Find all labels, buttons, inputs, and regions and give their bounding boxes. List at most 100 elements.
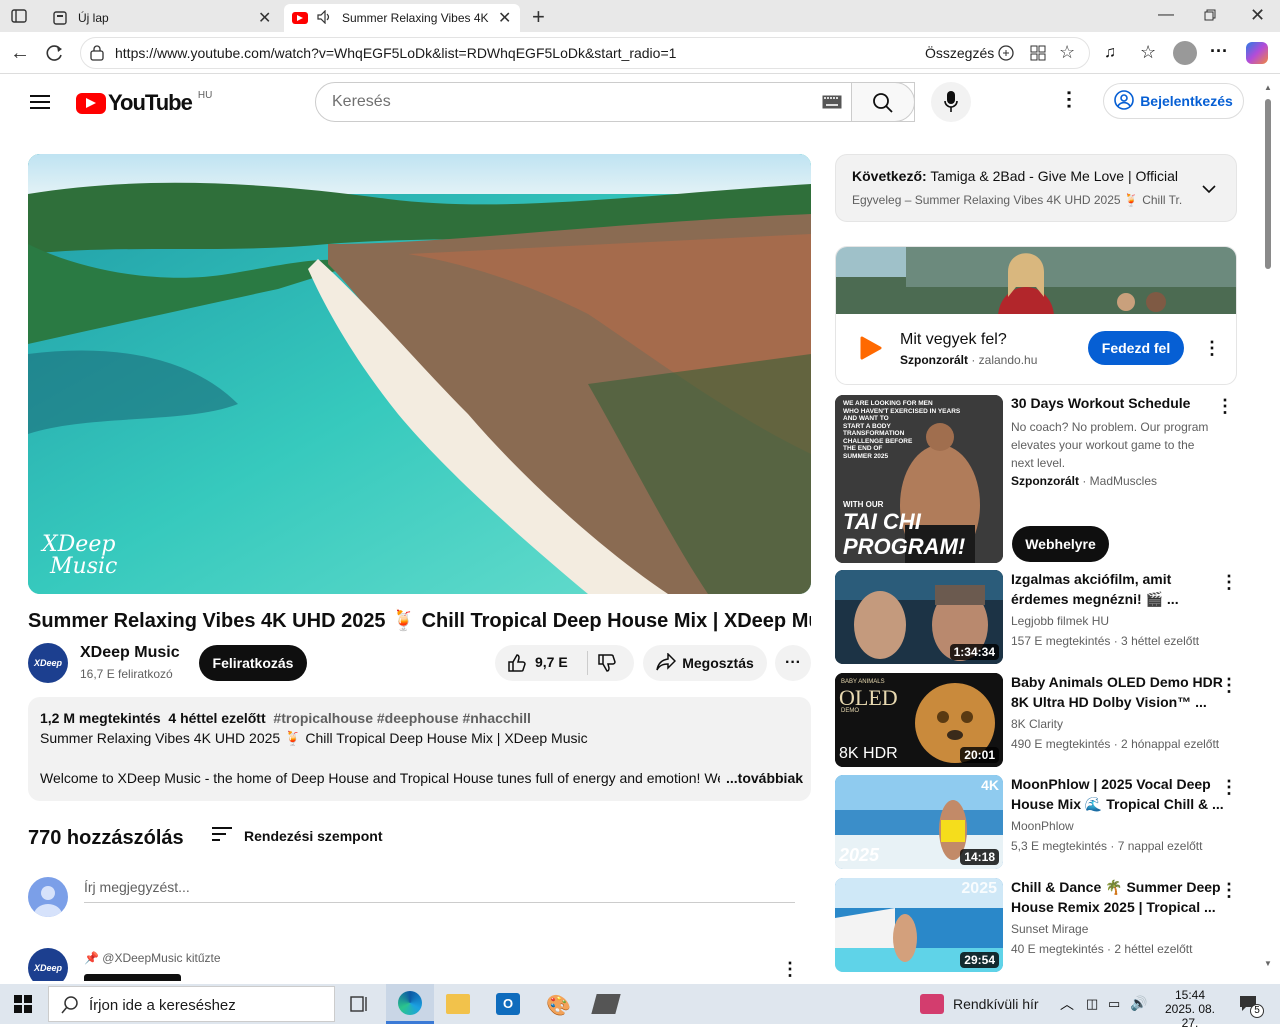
refresh-icon[interactable] — [46, 44, 64, 67]
outlook-icon[interactable]: O — [496, 993, 520, 1015]
clock-date: 2025. 08. 27. — [1164, 1002, 1216, 1030]
related-menu-icon[interactable]: ⋮ — [1217, 775, 1241, 799]
related-thumbnail[interactable]: 1:34:34 — [835, 570, 1003, 664]
scroll-up-icon[interactable]: ▲ — [1264, 83, 1272, 92]
related-thumbnail[interactable]: BABY ANIMALS OLED DEMO 8K HDR 20:01 — [835, 673, 1003, 767]
description-box[interactable]: 1,2 M megtekintés 4 héttel ezelőtt #trop… — [28, 697, 811, 801]
sort-button[interactable]: Rendezési szempont — [212, 827, 382, 844]
related-thumbnail[interactable]: 2025 29:54 — [835, 878, 1003, 972]
comment-author-chip[interactable] — [84, 974, 181, 981]
tab-new-tab[interactable]: Új lap ✕ — [42, 4, 282, 32]
related-channel[interactable]: 8K Clarity — [1011, 715, 1063, 733]
back-icon[interactable]: ← — [10, 42, 30, 65]
scroll-down-icon[interactable]: ▼ — [1264, 959, 1272, 968]
app-icon[interactable] — [591, 994, 621, 1014]
related-meta: 5,3 E megtekintés · 7 nappal ezelőtt — [1011, 839, 1203, 853]
subscribe-button[interactable]: Feliratkozás — [199, 645, 307, 681]
minimize-icon[interactable]: — — [1158, 6, 1174, 24]
restore-icon[interactable] — [1204, 8, 1216, 26]
related-channel[interactable]: Sunset Mirage — [1011, 920, 1088, 938]
show-more-link[interactable]: ...továbbiak — [726, 770, 803, 786]
hashtags[interactable]: #tropicalhouse #deephouse #nhacchill — [273, 710, 531, 726]
copilot-icon[interactable] — [1246, 42, 1268, 64]
ad-website-button[interactable]: Webhelyre — [1012, 526, 1109, 562]
ad-card[interactable]: Mit vegyek fel? Szponzorált · zalando.hu… — [835, 246, 1237, 385]
taskbar-search-box[interactable]: Írjon ide a kereséshez — [48, 986, 335, 1022]
related-channel[interactable]: Legjobb filmek HU — [1011, 612, 1109, 630]
more-menu-icon[interactable]: ··· — [1210, 41, 1228, 62]
network-icon[interactable]: ▭ — [1108, 996, 1120, 1012]
chevron-down-icon[interactable] — [1202, 181, 1216, 199]
keyboard-icon[interactable] — [822, 95, 842, 114]
tray-chevron-icon[interactable]: ︿ — [1060, 994, 1074, 1014]
profile-avatar[interactable] — [1173, 41, 1197, 65]
related-title[interactable]: MoonPhlow | 2025 Vocal Deep House Mix 🌊 T… — [1011, 774, 1224, 814]
settings-kebab-icon[interactable]: ··· — [1057, 90, 1079, 110]
related-channel[interactable]: MoonPhlow — [1011, 817, 1074, 835]
like-icon[interactable] — [507, 653, 527, 676]
scrollbar-thumb[interactable] — [1265, 99, 1271, 269]
hamburger-menu-icon[interactable] — [30, 94, 50, 115]
related-menu-icon[interactable]: ⋮ — [1217, 878, 1241, 902]
speaker-icon[interactable] — [316, 9, 332, 27]
related-title[interactable]: Izgalmas akciófilm, amit érdemes megnézni… — [1011, 569, 1179, 609]
news-icon[interactable] — [920, 994, 944, 1014]
file-explorer-icon[interactable] — [446, 994, 470, 1014]
related-thumbnail[interactable]: 4K 2025 14:18 — [835, 775, 1003, 869]
favorite-star-icon[interactable]: ☆ — [1059, 42, 1075, 63]
related-title[interactable]: Chill & Dance 🌴 Summer Deep House Remix 2… — [1011, 877, 1221, 917]
video-player[interactable]: XDeep Music — [28, 154, 811, 594]
tab-youtube[interactable]: Summer Relaxing Vibes 4K U ✕ — [284, 4, 520, 32]
paint-icon[interactable]: 🎨 — [546, 993, 571, 1018]
volume-icon[interactable]: 🔊 — [1130, 995, 1147, 1012]
summary-button[interactable]: Összegzés — [925, 45, 994, 61]
playlist-panel[interactable]: Következő: Tamiga & 2Bad - Give Me Love … — [835, 154, 1237, 222]
related-menu-icon[interactable]: ⋮ — [1217, 570, 1241, 594]
next-title: Tamiga & 2Bad - Give Me Love | Official … — [930, 168, 1182, 184]
tab-actions-icon[interactable] — [10, 8, 28, 24]
related-menu-icon[interactable]: ⋮ — [1217, 673, 1241, 697]
comment-input[interactable]: Írj megjegyzést... — [84, 877, 795, 903]
address-bar[interactable]: https://www.youtube.com/watch?v=WhqEGF5L… — [80, 37, 1090, 69]
new-tab-plus-icon[interactable]: + — [532, 4, 545, 30]
favorites-icon[interactable]: ☆ — [1140, 42, 1156, 63]
window-close-icon[interactable]: ✕ — [1250, 5, 1265, 26]
ad-menu-icon[interactable]: ⋮ — [1200, 336, 1224, 360]
search-button[interactable] — [851, 82, 915, 122]
ad-cta-button[interactable]: Fedezd fel — [1088, 331, 1184, 365]
channel-name[interactable]: XDeep Music — [80, 644, 180, 662]
related-title[interactable]: Baby Animals OLED Demo HDR 8K Ultra HD Do… — [1011, 672, 1223, 712]
youtube-logo-icon — [76, 92, 106, 114]
meet-now-icon[interactable]: ◫ — [1086, 996, 1098, 1012]
extensions-icon[interactable] — [1029, 44, 1047, 67]
commenter-avatar[interactable]: XDeep — [28, 948, 68, 981]
related-meta: 40 E megtekintés · 2 héttel ezelőtt — [1011, 942, 1193, 956]
more-actions-icon[interactable]: ··· — [775, 645, 811, 681]
media-control-icon[interactable]: ♫ — [1104, 44, 1116, 62]
title-line: MoonPhlow | 2025 Vocal Deep — [1011, 776, 1211, 792]
related-meta: 157 E megtekintés · 3 héttel ezelőtt — [1011, 634, 1200, 648]
copilot-summary-icon[interactable] — [997, 44, 1015, 67]
youtube-logo[interactable]: YouTube HU — [76, 90, 212, 116]
scrollbar[interactable]: ▲ ▼ — [1264, 83, 1272, 973]
windows-start-icon[interactable] — [14, 995, 32, 1018]
close-icon[interactable]: ✕ — [258, 8, 271, 28]
like-count[interactable]: 9,7 E — [535, 654, 568, 670]
news-headline[interactable]: Rendkívüli hír — [953, 996, 1039, 1012]
voice-search-button[interactable] — [931, 82, 971, 122]
share-button[interactable]: Megosztás — [643, 645, 767, 681]
signin-button[interactable]: Bejelentkezés — [1103, 83, 1244, 119]
site-info-icon[interactable] — [89, 45, 107, 66]
dislike-icon[interactable] — [597, 653, 617, 676]
ad-thumbnail[interactable]: WE ARE LOOKING FOR MEN WHO HAVEN'T EXERC… — [835, 395, 1003, 563]
search-input[interactable]: Keresés — [315, 82, 915, 122]
task-view-icon[interactable] — [350, 995, 370, 1018]
close-icon[interactable]: ✕ — [498, 8, 511, 28]
ad-title[interactable]: 30 Days Workout Schedule — [1011, 393, 1190, 413]
channel-watermark: XDeep Music — [42, 534, 117, 578]
channel-avatar[interactable]: XDeep — [28, 643, 68, 683]
ad-description: No coach? No problem. Our program elevat… — [1011, 418, 1208, 472]
comment-menu-icon[interactable]: ⋮ — [778, 957, 802, 981]
ad-menu-icon[interactable]: ⋮ — [1213, 394, 1237, 418]
taskbar-edge-app[interactable] — [386, 984, 434, 1024]
